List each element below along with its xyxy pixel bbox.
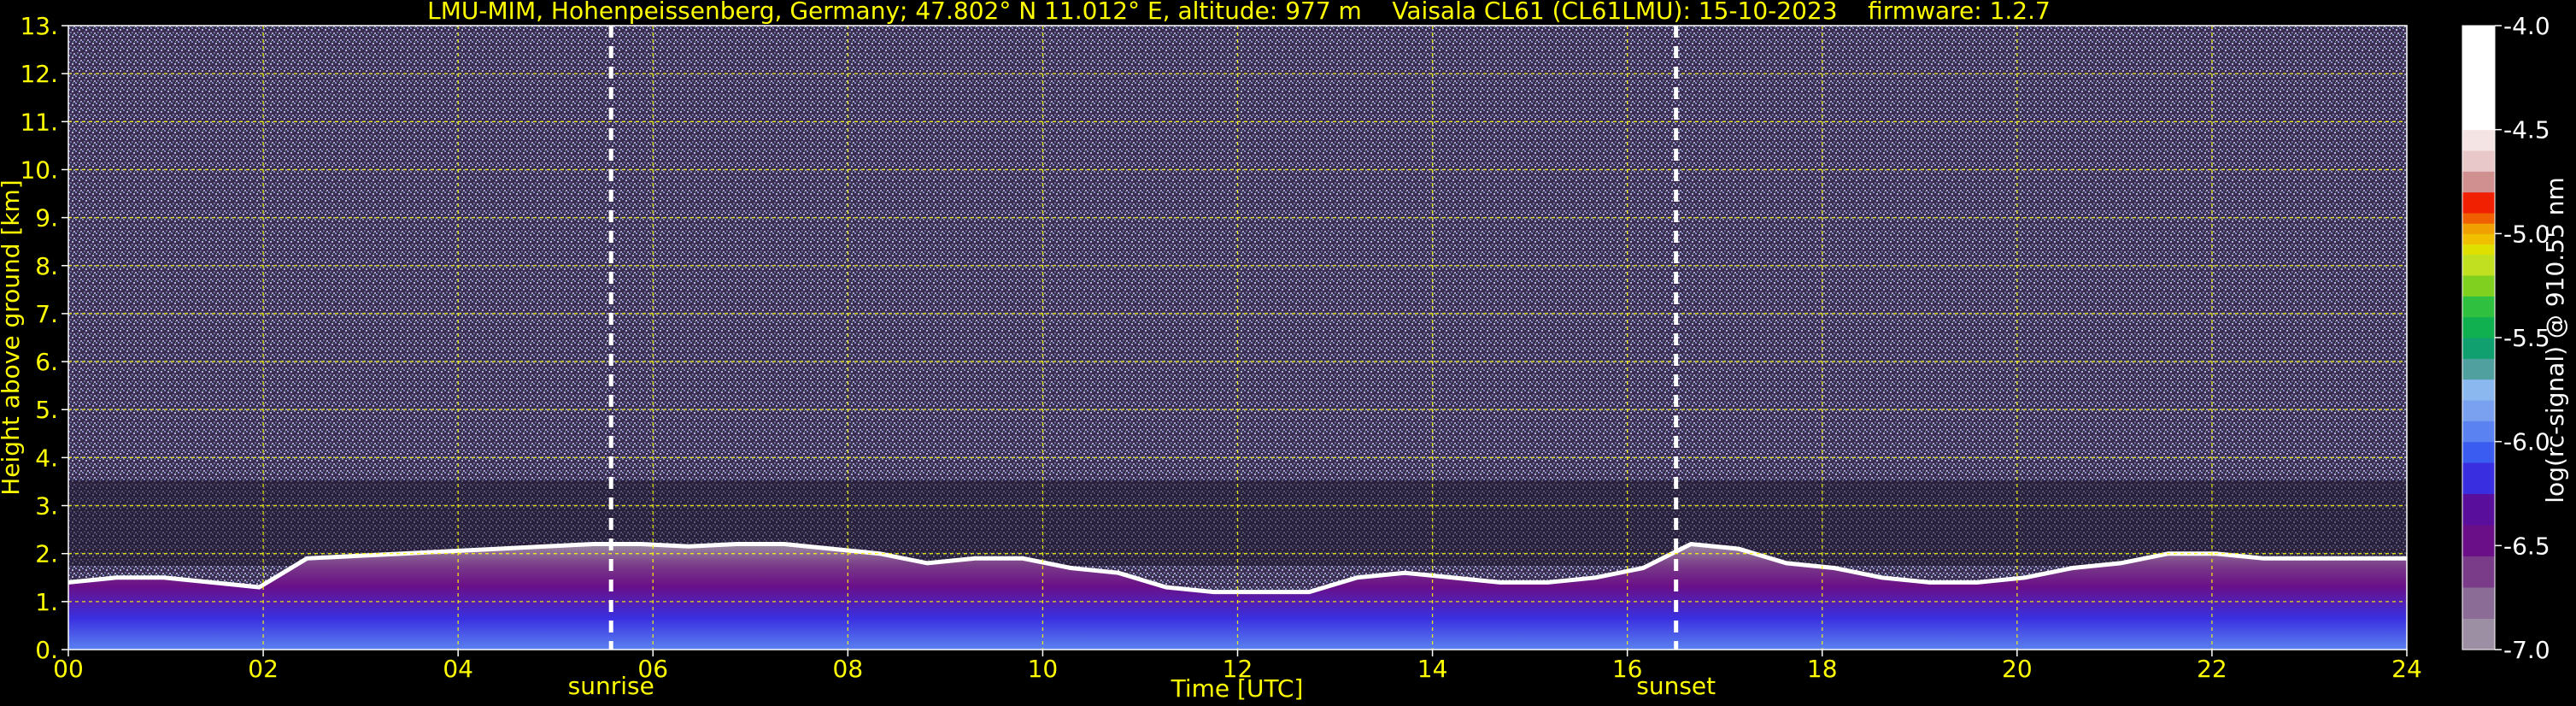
colorbar-swatch [2462, 254, 2495, 276]
colorbar-swatch [2462, 171, 2495, 193]
y-tick-labels: 0.1.2.3.4.5.6.7.8.9.10.11.12.13. [20, 12, 68, 664]
x-tick-label: 10 [1028, 655, 1059, 683]
colorbar-swatch [2462, 213, 2495, 224]
x-tick-label: 20 [2002, 655, 2033, 683]
colorbar-swatch [2462, 421, 2495, 443]
x-tick-label: 06 [637, 655, 668, 683]
x-tick-label: 22 [2197, 655, 2227, 683]
colorbar-swatch [2462, 296, 2495, 318]
y-tick-label: 4. [35, 444, 58, 472]
colorbar-tick-label: -6.5 [2503, 532, 2550, 560]
colorbar: -4.0-4.5-5.0-5.5-6.0-6.5-7.0 [2462, 12, 2550, 664]
x-tick-label: 14 [1417, 655, 1448, 683]
y-tick-label: 7. [35, 300, 58, 328]
x-tick-label: 02 [248, 655, 279, 683]
colorbar-swatch [2462, 525, 2495, 556]
colorbar-swatch [2462, 191, 2495, 214]
colorbar-swatch [2462, 587, 2495, 619]
y-tick-label: 13. [20, 12, 58, 40]
colorbar-swatch [2462, 462, 2495, 494]
colorbar-swatch [2462, 400, 2495, 421]
colorbar-swatch [2462, 358, 2495, 380]
x-tick-label: 18 [1807, 655, 1838, 683]
colorbar-label: log(rc-signal) @ 910.55 nm [2541, 177, 2569, 503]
colorbar-swatch [2462, 150, 2495, 172]
y-tick-label: 9. [35, 204, 58, 232]
colorbar-swatch [2462, 493, 2495, 526]
colorbar-tick-label: -4.0 [2503, 12, 2550, 40]
y-tick-label: 6. [35, 348, 58, 376]
y-tick-label: 11. [20, 108, 58, 136]
y-tick-label: 5. [35, 396, 58, 424]
y-tick-label: 12. [20, 60, 58, 88]
y-tick-label: 10. [20, 156, 58, 184]
x-tick-label: 16 [1612, 655, 1643, 683]
colorbar-swatch [2462, 233, 2495, 244]
colorbar-swatch [2462, 244, 2495, 256]
colorbar-swatch [2462, 129, 2495, 151]
y-axis-label: Height above ground [km] [0, 179, 25, 496]
colorbar-swatch [2462, 223, 2495, 234]
colorbar-tick-label: -7.0 [2503, 636, 2550, 664]
x-tick-label: 00 [53, 655, 84, 683]
x-tick-label: 04 [443, 655, 473, 683]
colorbar-swatch [2462, 556, 2495, 588]
chart-title: LMU-MIM, Hohenpeissenberg, Germany; 47.8… [427, 0, 2051, 25]
y-tick-label: 2. [35, 540, 58, 568]
y-tick-label: 1. [35, 588, 58, 616]
colorbar-tick-label: -4.5 [2503, 116, 2550, 144]
colorbar-swatch [2462, 441, 2495, 463]
y-tick-label: 8. [35, 252, 58, 280]
colorbar-swatch [2462, 338, 2495, 359]
colorbar-swatch [2462, 275, 2495, 297]
x-tick-label: 08 [833, 655, 864, 683]
x-axis-label: Time [UTC] [1171, 674, 1304, 703]
colorbar-swatch [2462, 618, 2495, 650]
event-label-sunset: sunset [1636, 672, 1716, 700]
colorbar-swatch [2462, 26, 2495, 131]
colorbar-swatch [2462, 379, 2495, 401]
colorbar-swatch [2462, 316, 2495, 338]
ceilometer-chart: sunrise sunset 0.1.2.3.4.5.6.7.8.9.10.11.… [0, 0, 2569, 703]
y-tick-label: 3. [35, 492, 58, 521]
x-tick-label: 24 [2391, 655, 2422, 683]
